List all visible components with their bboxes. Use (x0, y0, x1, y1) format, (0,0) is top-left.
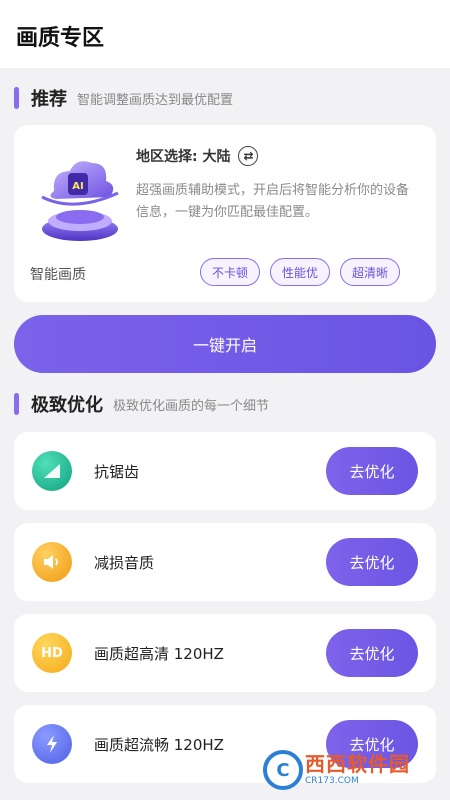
tag-ultra-clear: 超清晰 (340, 258, 401, 286)
watermark-c-icon: C (263, 750, 303, 790)
swap-icon[interactable]: ⇄ (238, 146, 259, 166)
optimize-button[interactable]: 去优化 (326, 538, 418, 586)
one-click-start-button[interactable]: 一键开启 (14, 315, 436, 373)
recommend-title: 推荐 (31, 89, 67, 110)
optimize-item-label: 画质超流畅 120HZ (94, 736, 224, 754)
recommend-description: 超强画质辅助模式，开启后将智能分析你的设备信息，一键为你匹配最佳配置。 (136, 183, 410, 220)
optimize-item-label: 减损音质 (94, 554, 155, 572)
section-accent-bar (14, 87, 19, 109)
svg-text:AI: AI (72, 181, 83, 192)
optimize-item-antialias: 抗锯齿 去优化 (14, 432, 436, 510)
ai-cloud-icon: AI (41, 161, 119, 241)
region-label: 地区选择: 大陆 (136, 149, 231, 165)
optimize-title: 极致优化 (31, 395, 103, 416)
optimize-item-uhd: HD 画质超高清 120HZ 去优化 (14, 614, 436, 692)
recommend-subtitle: 智能调整画质达到最优配置 (77, 92, 234, 108)
watermark-sub-text: CR173.COM (305, 776, 359, 786)
signal-bars-icon (32, 451, 72, 491)
speaker-icon (32, 542, 72, 582)
watermark-logo: C 西西软件园 CR173.COM (263, 748, 433, 792)
tag-performance: 性能优 (270, 258, 331, 286)
optimize-subtitle: 极致优化画质的每一个细节 (113, 398, 270, 414)
optimize-item-label: 抗锯齿 (94, 463, 140, 481)
hd-icon: HD (32, 633, 72, 673)
section-accent-bar (14, 393, 19, 415)
recommend-section-header: 推荐 智能调整画质达到最优配置 (14, 84, 233, 112)
region-selector[interactable]: 地区选择: 大陆 ⇄ (136, 146, 259, 166)
optimize-item-label: 画质超高清 120HZ (94, 645, 224, 663)
optimize-item-audio: 减损音质 去优化 (14, 523, 436, 601)
optimize-button[interactable]: 去优化 (326, 447, 418, 495)
ai-quality-label: 智能画质 (30, 267, 86, 283)
page-title: 画质专区 (16, 26, 105, 51)
watermark-main-text: 西西软件园 (305, 752, 410, 776)
optimize-button[interactable]: 去优化 (326, 629, 418, 677)
tag-no-lag: 不卡顿 (200, 258, 261, 286)
optimize-section-header: 极致优化 极致优化画质的每一个细节 (14, 390, 269, 418)
header: 画质专区 (0, 0, 450, 68)
feature-tags: 不卡顿 性能优 超清晰 (200, 258, 401, 286)
lightning-icon (32, 724, 72, 764)
